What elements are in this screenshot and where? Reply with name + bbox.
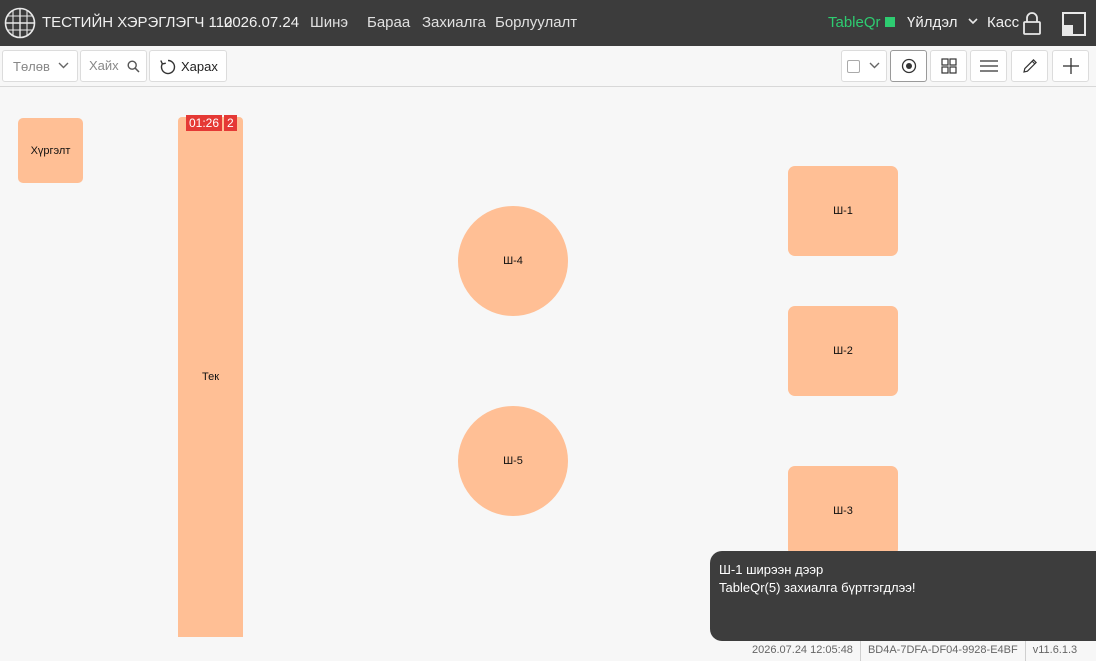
- order-elapsed-time: 01:26: [186, 115, 223, 131]
- status-select[interactable]: Төлөв: [2, 50, 78, 82]
- search-icon: [127, 60, 140, 73]
- plus-icon: [1062, 58, 1079, 74]
- toast-line-message: TableQr(5) захиалга бүртгэгдлээ!: [719, 580, 916, 595]
- edit-layout-button[interactable]: [1011, 50, 1048, 82]
- refresh-view-label: Харах: [181, 59, 218, 74]
- status-device-id: BD4A-7DFA-DF04-9928-E4BF: [859, 641, 1025, 661]
- nav-orders[interactable]: Захиалга: [422, 14, 486, 31]
- table-sh-2[interactable]: Ш-2: [788, 306, 898, 396]
- nav-products[interactable]: Бараа: [367, 14, 410, 31]
- pencil-icon: [1022, 59, 1037, 73]
- select-all-dropdown[interactable]: [841, 50, 887, 82]
- chevron-down-icon: [58, 62, 69, 69]
- list-view-button[interactable]: [970, 50, 1007, 82]
- lock-icon[interactable]: [1021, 11, 1043, 35]
- status-bar: 2026.07.24 12:05:48 BD4A-7DFA-DF04-9928-…: [740, 641, 1084, 661]
- list-icon: [979, 60, 998, 72]
- table-tek[interactable]: Тек: [178, 117, 243, 637]
- order-notification-toast[interactable]: Ш-1 ширээн дээр TableQr(5) захиалга бүрт…: [710, 551, 1096, 641]
- chevron-down-icon: [968, 18, 978, 25]
- top-bar: ТЕСТИЙН ХЭРЭГЛЭГЧ 110 2026.07.24 Шинэ Ба…: [0, 0, 1096, 46]
- toolbar: Төлөв Харах: [0, 46, 1096, 87]
- cashier-button[interactable]: Касс: [987, 14, 1019, 31]
- globe-logo-icon: [4, 7, 36, 39]
- tableqr-status[interactable]: TableQr: [828, 14, 895, 31]
- status-version: v11.6.1.3: [1024, 641, 1084, 661]
- table-sh-3[interactable]: Ш-3: [788, 466, 898, 556]
- floor-view-button[interactable]: [890, 50, 927, 82]
- tableqr-label: TableQr: [828, 14, 881, 31]
- table-sh-5[interactable]: Ш-5: [458, 406, 568, 516]
- service-dropdown[interactable]: Үйлдэл: [907, 14, 978, 31]
- window-toggle-icon[interactable]: [1062, 12, 1086, 36]
- toast-line-table: Ш-1 ширээн дээр: [719, 562, 824, 577]
- status-select-label: Төлөв: [13, 59, 50, 74]
- chevron-down-icon: [869, 62, 880, 69]
- refresh-icon: [160, 59, 176, 75]
- table-sh-4[interactable]: Ш-4: [458, 206, 568, 316]
- nav-new[interactable]: Шинэ: [310, 14, 348, 31]
- add-table-button[interactable]: [1052, 50, 1089, 82]
- order-timer-badge: 01:26 2: [186, 115, 237, 131]
- radio-target-icon: [901, 58, 916, 74]
- nav-sales[interactable]: Борлуулалт: [495, 14, 577, 31]
- search-field[interactable]: [80, 50, 147, 82]
- online-status-icon: [884, 17, 895, 27]
- grid-view-button[interactable]: [930, 50, 967, 82]
- refresh-view-button[interactable]: Харах: [149, 50, 227, 82]
- select-all-checkbox[interactable]: [847, 60, 860, 73]
- table-sh-1[interactable]: Ш-1: [788, 166, 898, 256]
- order-count: 2: [224, 115, 237, 131]
- company-name: ТЕСТИЙН ХЭРЭГЛЭГЧ 110: [42, 14, 233, 31]
- service-label: Үйлдэл: [907, 14, 958, 31]
- grid-icon: [940, 58, 957, 74]
- search-input[interactable]: [89, 58, 125, 73]
- table-delivery[interactable]: Хүргэлт: [18, 118, 83, 183]
- work-date: 2026.07.24: [224, 14, 300, 31]
- status-datetime: 2026.07.24 12:05:48: [752, 644, 853, 656]
